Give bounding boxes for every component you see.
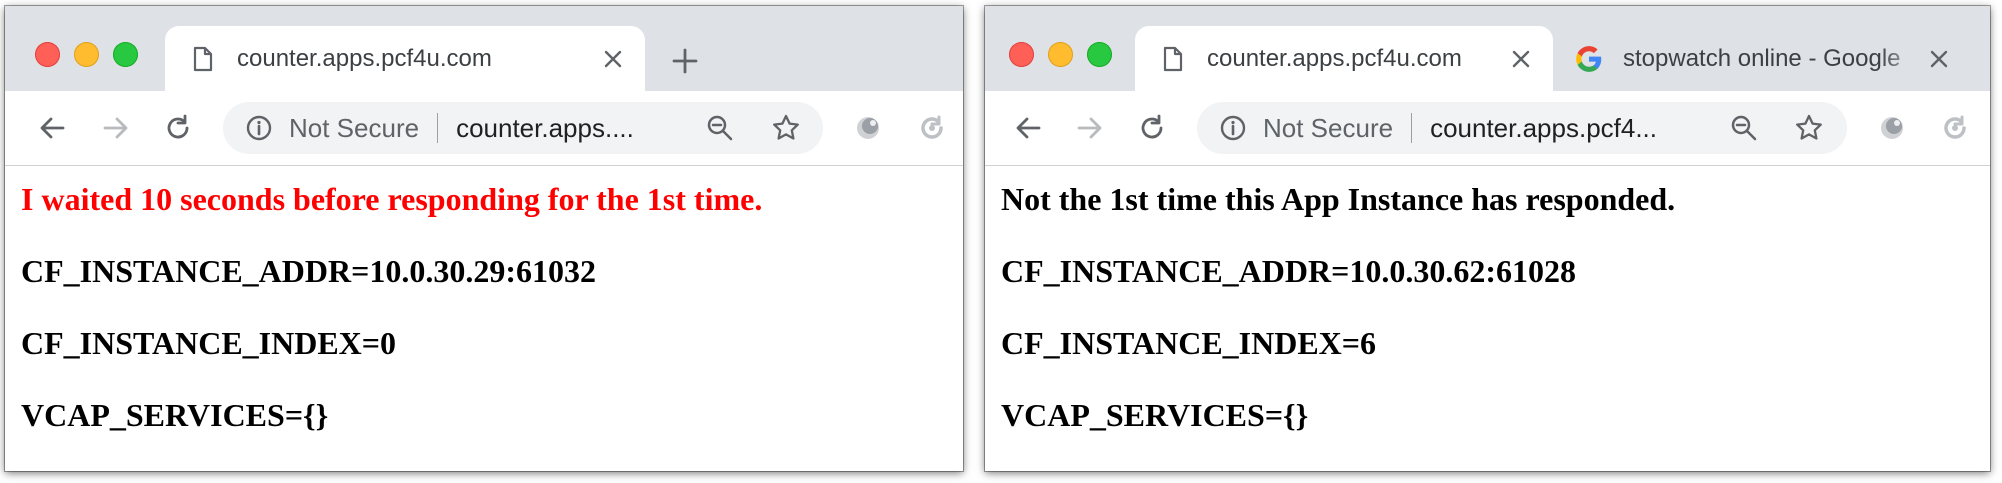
sync-extension-icon[interactable]: [1940, 113, 1970, 143]
zoom-out-icon[interactable]: [705, 113, 735, 143]
divider: [437, 113, 439, 143]
back-icon[interactable]: [37, 113, 67, 143]
tab-title: stopwatch online - Google: [1623, 44, 1901, 72]
forward-icon[interactable]: [101, 113, 131, 143]
not-secure-label: Not Secure: [289, 112, 420, 143]
info-icon[interactable]: [245, 114, 273, 142]
zoom-out-icon[interactable]: [1729, 113, 1759, 143]
instance-index: CF_INSTANCE_INDEX=0: [21, 325, 397, 361]
close-window-button[interactable]: [1009, 42, 1034, 67]
window-controls: [1009, 42, 1112, 67]
close-tab-icon[interactable]: [1507, 45, 1535, 73]
tab-title: counter.apps.pcf4u.com: [1207, 44, 1462, 72]
url-text: counter.apps....: [456, 112, 634, 143]
address-bar[interactable]: Not Secure counter.apps.pcf4...: [1197, 102, 1847, 154]
tab-counter[interactable]: counter.apps.pcf4u.com: [1135, 26, 1553, 91]
page-content: I waited 10 seconds before responding fo…: [5, 166, 963, 434]
close-tab-icon[interactable]: [1925, 45, 1953, 73]
browser-window-right: counter.apps.pcf4u.com stopwatch online …: [985, 6, 1990, 471]
reload-icon[interactable]: [163, 113, 193, 143]
close-window-button[interactable]: [35, 42, 60, 67]
extension-icon[interactable]: [853, 113, 883, 143]
address-bar[interactable]: Not Secure counter.apps....: [223, 102, 823, 154]
instance-index: CF_INSTANCE_INDEX=6: [1001, 325, 1377, 361]
divider: [1411, 113, 1413, 143]
toolbar: Not Secure counter.apps.pcf4...: [985, 91, 1990, 166]
window-controls: [35, 42, 138, 67]
google-icon: [1575, 45, 1603, 73]
minimize-window-button[interactable]: [1048, 42, 1073, 67]
page-icon: [1159, 45, 1187, 73]
extension-icon[interactable]: [1877, 113, 1907, 143]
info-icon[interactable]: [1219, 114, 1247, 142]
status-message: I waited 10 seconds before responding fo…: [21, 181, 763, 217]
vcap-services: VCAP_SERVICES={}: [1001, 397, 1309, 433]
status-message: Not the 1st time this App Instance has r…: [1001, 181, 1676, 217]
tab-strip: counter.apps.pcf4u.com stopwatch online …: [985, 6, 1990, 91]
bookmark-star-icon[interactable]: [771, 113, 801, 143]
maximize-window-button[interactable]: [1087, 42, 1112, 67]
back-icon[interactable]: [1013, 113, 1043, 143]
tab-title: counter.apps.pcf4u.com: [237, 44, 492, 72]
vcap-services: VCAP_SERVICES={}: [21, 397, 329, 433]
new-tab-icon[interactable]: [670, 46, 700, 76]
toolbar: Not Secure counter.apps....: [5, 91, 963, 166]
browser-window-left: counter.apps.pcf4u.com Not Secure counte…: [5, 6, 963, 471]
forward-icon[interactable]: [1075, 113, 1105, 143]
url-text: counter.apps.pcf4...: [1430, 112, 1658, 143]
reload-icon[interactable]: [1137, 113, 1167, 143]
bookmark-star-icon[interactable]: [1794, 113, 1824, 143]
tab-stopwatch[interactable]: stopwatch online - Google: [1553, 26, 1971, 91]
page-content: Not the 1st time this App Instance has r…: [985, 166, 1990, 434]
page-icon: [189, 45, 217, 73]
tab-strip: counter.apps.pcf4u.com: [5, 6, 963, 91]
instance-addr: CF_INSTANCE_ADDR=10.0.30.29:61032: [21, 253, 596, 289]
maximize-window-button[interactable]: [113, 42, 138, 67]
instance-addr: CF_INSTANCE_ADDR=10.0.30.62:61028: [1001, 253, 1576, 289]
not-secure-label: Not Secure: [1263, 112, 1394, 143]
sync-extension-icon[interactable]: [917, 113, 947, 143]
minimize-window-button[interactable]: [74, 42, 99, 67]
close-tab-icon[interactable]: [599, 45, 627, 73]
tab-counter[interactable]: counter.apps.pcf4u.com: [165, 26, 645, 91]
